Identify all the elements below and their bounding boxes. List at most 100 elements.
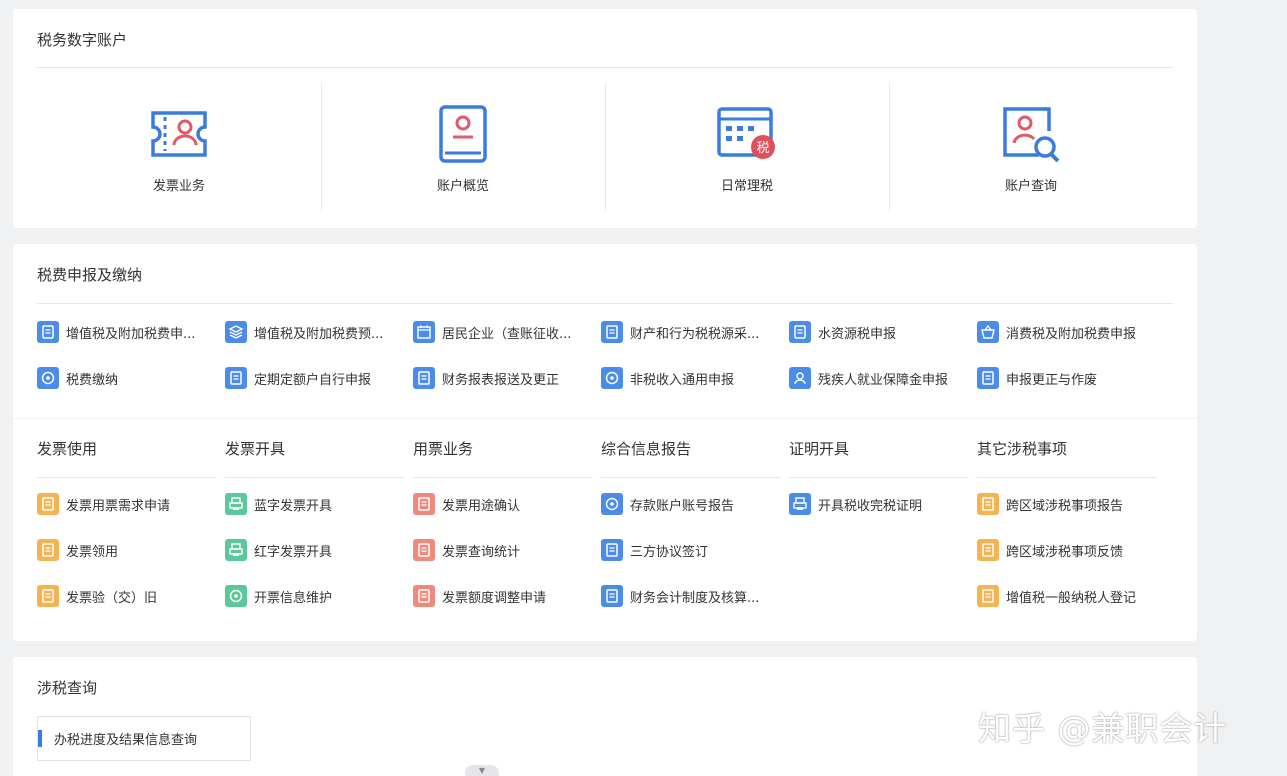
entry-label: 账户查询 <box>1004 179 1057 194</box>
invoice-ticket-icon <box>151 111 207 157</box>
section-separator <box>13 418 1197 419</box>
function-item[interactable]: 存款账户账号报告 <box>601 492 781 516</box>
progress-query-button[interactable]: 办税进度及结果信息查询 <box>37 716 251 761</box>
function-item[interactable]: 非税收入通用申报 <box>601 366 789 390</box>
cross-region-report-icon <box>977 493 999 515</box>
ticket-receive-icon <box>37 539 59 561</box>
category-column: 其它涉税事项 跨区域涉税事项报告 跨区域涉税事项反馈 增值税一般纳税人登记 <box>977 434 1157 608</box>
cross-region-feedback-icon <box>977 539 999 561</box>
account-query-entry[interactable]: 账户查询 <box>889 83 1173 213</box>
function-label: 残疾人就业保障金申报 <box>818 372 949 388</box>
medal-icon <box>601 367 623 389</box>
function-item[interactable]: 残疾人就业保障金申报 <box>789 366 977 390</box>
function-item[interactable]: 增值税及附加税费申... <box>37 320 225 344</box>
daily-tax-entry[interactable]: 税 日常理税 <box>605 83 889 213</box>
watermark: 知乎 @兼职会计 <box>978 709 1228 748</box>
tax-declaration-panel: 税费申报及缴纳 增值税及附加税费申... 增值税及附加税费预... 居民企业（查账征… <box>13 244 1197 641</box>
function-item[interactable]: 发票查询统计 <box>413 538 593 562</box>
agreement-icon <box>601 539 623 561</box>
account-book-icon <box>439 105 487 163</box>
function-label: 增值税一般纳税人登记 <box>1006 590 1137 606</box>
report-icon <box>413 367 435 389</box>
category-column: 发票开具蓝字发票开具红字发票开具开票信息维护 <box>225 434 405 608</box>
function-item[interactable]: 发票用途确认 <box>413 492 593 516</box>
category-heading: 发票使用 <box>37 434 217 478</box>
function-item[interactable]: 红字发票开具 <box>225 538 405 562</box>
function-item[interactable]: 跨区域涉税事项反馈 <box>977 538 1157 562</box>
account-overview-entry[interactable]: 账户概览 <box>321 83 605 213</box>
function-item[interactable]: 财产和行为税税源采... <box>601 320 789 344</box>
category-heading: 证明开具 <box>789 434 969 478</box>
water-edit-icon <box>789 321 811 343</box>
category-column: 证明开具开具税收完税证明 <box>789 434 969 608</box>
category-column: 发票使用发票用票需求申请 发票领用发票验（交）旧 <box>37 434 217 608</box>
function-label: 开具税收完税证明 <box>818 498 923 514</box>
correct-doc-icon <box>977 367 999 389</box>
function-item[interactable]: 居民企业（查账征收... <box>413 320 601 344</box>
function-item[interactable]: 增值税一般纳税人登记 <box>977 584 1157 608</box>
function-label: 财产和行为税税源采... <box>630 326 760 342</box>
account-search-icon <box>1003 107 1060 163</box>
accent-bar <box>38 730 42 747</box>
confirm-doc-icon <box>413 493 435 515</box>
quota-doc-icon <box>413 585 435 607</box>
category-column: 综合信息报告 存款账户账号报告 三方协议签订 财务会计制度及核算... <box>601 434 781 608</box>
collapse-toggle[interactable]: ▼ <box>465 765 499 776</box>
function-label: 三方协议签订 <box>630 544 709 560</box>
function-item[interactable]: 消费税及附加税费申报 <box>977 320 1165 344</box>
function-item[interactable]: 申报更正与作废 <box>977 366 1165 390</box>
category-heading: 发票开具 <box>225 434 405 478</box>
function-item[interactable]: 财务会计制度及核算... <box>601 584 781 608</box>
category-column: 用票业务 发票用途确认 发票查询统计 发票额度调整申请 <box>413 434 593 608</box>
panel-title: 税务数字账户 <box>37 31 128 49</box>
function-item[interactable]: 开具税收完税证明 <box>789 492 969 516</box>
entry-label: 发票业务 <box>152 179 205 194</box>
function-item[interactable]: 三方协议签订 <box>601 538 781 562</box>
payment-icon <box>37 367 59 389</box>
printer-icon <box>225 493 247 515</box>
query-label: 办税进度及结果信息查询 <box>54 733 198 748</box>
function-label: 消费税及附加税费申报 <box>1006 326 1137 342</box>
function-item[interactable]: 财务报表报送及更正 <box>413 366 601 390</box>
regular-doc-icon <box>225 367 247 389</box>
register-icon <box>977 585 999 607</box>
tax-calendar-icon: 税 <box>717 107 775 159</box>
function-item[interactable]: 发票验（交）旧 <box>37 584 217 608</box>
function-label: 发票用途确认 <box>442 498 521 514</box>
panel-title: 税费申报及缴纳 <box>37 266 143 284</box>
function-item[interactable]: 跨区域涉税事项报告 <box>977 492 1157 516</box>
function-label: 跨区域涉税事项报告 <box>1006 498 1124 514</box>
function-item[interactable]: 开票信息维护 <box>225 584 405 608</box>
entry-label: 账户概览 <box>436 179 489 194</box>
function-label: 发票额度调整申请 <box>442 590 547 606</box>
function-item[interactable]: 增值税及附加税费预... <box>225 320 413 344</box>
invoice-business-entry[interactable]: 发票业务 <box>37 83 321 213</box>
function-item[interactable]: 发票领用 <box>37 538 217 562</box>
function-item[interactable]: 水资源税申报 <box>789 320 977 344</box>
function-label: 增值税及附加税费申... <box>66 326 196 342</box>
form-icon <box>37 321 59 343</box>
function-label: 财务报表报送及更正 <box>442 372 560 388</box>
function-label: 发票查询统计 <box>442 544 521 560</box>
function-item[interactable]: 定期定额户自行申报 <box>225 366 413 390</box>
certificate-print-icon <box>789 493 811 515</box>
function-label: 存款账户账号报告 <box>630 498 735 514</box>
function-item[interactable]: 发票用票需求申请 <box>37 492 217 516</box>
function-item[interactable]: 税费缴纳 <box>37 366 225 390</box>
tax-digital-account-panel: 税务数字账户 发票业务 账户概览 税 日常理税 账户查询 <box>13 9 1197 228</box>
ticket-icon <box>37 493 59 515</box>
function-label: 跨区域涉税事项反馈 <box>1006 544 1124 560</box>
calendar-icon <box>413 321 435 343</box>
maintain-icon <box>225 585 247 607</box>
wheelchair-icon <box>789 367 811 389</box>
function-label: 发票领用 <box>66 544 119 560</box>
function-label: 定期定额户自行申报 <box>254 372 372 388</box>
function-label: 财务会计制度及核算... <box>630 590 760 606</box>
function-item[interactable]: 发票额度调整申请 <box>413 584 593 608</box>
divider <box>37 303 1173 304</box>
function-item[interactable]: 蓝字发票开具 <box>225 492 405 516</box>
ticket-check-icon <box>37 585 59 607</box>
panel-title: 涉税查询 <box>37 679 98 697</box>
function-label: 红字发票开具 <box>254 544 333 560</box>
function-label: 发票用票需求申请 <box>66 498 171 514</box>
